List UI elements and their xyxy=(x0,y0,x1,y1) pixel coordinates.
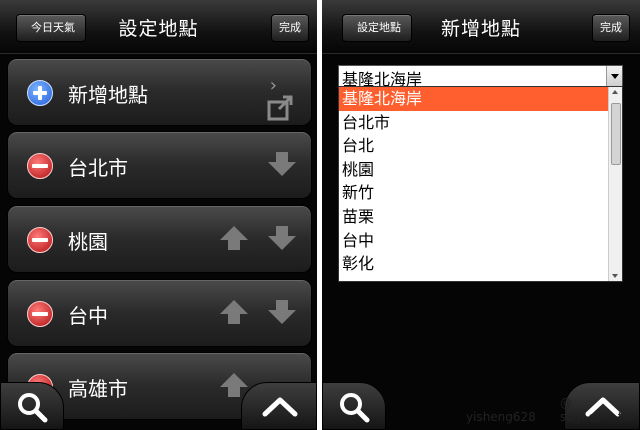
search-icon xyxy=(340,393,370,423)
location-row[interactable]: 台北市 xyxy=(7,131,312,199)
location-dropdown-list: 基隆北海岸 台北市 台北 桃園 新竹 苗栗 台中 彰化 xyxy=(338,86,623,282)
bottom-toolbar xyxy=(0,380,317,430)
watermark-user: yisheng628 xyxy=(466,410,536,424)
add-location-row[interactable]: 新增地點 › xyxy=(7,58,312,126)
done-button[interactable]: 完成 xyxy=(271,14,309,42)
dropdown-option[interactable]: 新竹 xyxy=(339,181,622,205)
location-row[interactable]: 台中 xyxy=(7,279,312,347)
dropdown-scrollbar[interactable] xyxy=(608,87,622,281)
minus-icon[interactable] xyxy=(27,153,53,179)
location-label: 桃園 xyxy=(68,230,108,254)
down-arrow-icon[interactable] xyxy=(268,226,296,250)
collapse-button[interactable] xyxy=(241,382,317,430)
page-title: 設定地點 xyxy=(118,18,199,40)
dropdown-option[interactable]: 台北 xyxy=(339,134,622,158)
navigation-bar: 設定地點 新增地點 完成 xyxy=(322,0,640,54)
down-arrow-icon[interactable] xyxy=(268,152,296,176)
down-arrow-icon[interactable] xyxy=(268,300,296,324)
add-location-label: 新增地點 xyxy=(68,83,148,107)
open-external-icon[interactable] xyxy=(267,95,295,121)
dropdown-option[interactable]: 基隆北海岸 xyxy=(339,87,622,111)
dropdown-option[interactable]: 苗栗 xyxy=(339,205,622,229)
plus-icon[interactable] xyxy=(27,80,53,106)
up-arrow-icon[interactable] xyxy=(220,300,248,324)
up-arrow-icon[interactable] xyxy=(220,226,248,250)
watermark-site: @ sogi.com.tw xyxy=(560,396,633,424)
dropdown-option[interactable]: 彰化 xyxy=(339,252,622,276)
done-button[interactable]: 完成 xyxy=(592,14,630,42)
minus-icon[interactable] xyxy=(27,301,53,327)
dropdown-option[interactable]: 台北市 xyxy=(339,111,622,135)
dropdown-option[interactable]: 台中 xyxy=(339,229,622,253)
scroll-down-icon[interactable] xyxy=(612,274,618,278)
location-settings-screen: 今日天氣 設定地點 完成 新增地點 › 台北市 桃園 台中 高雄市 xyxy=(0,0,317,430)
dropdown-arrow-icon[interactable] xyxy=(606,66,622,86)
location-label: 台中 xyxy=(68,304,108,328)
scroll-up-icon[interactable] xyxy=(612,90,618,94)
location-select[interactable]: 基隆北海岸 xyxy=(338,65,623,89)
minus-icon[interactable] xyxy=(27,227,53,253)
dropdown-option[interactable]: 桃園 xyxy=(339,158,622,182)
location-label: 台北市 xyxy=(68,156,128,180)
navigation-bar: 今日天氣 設定地點 完成 xyxy=(0,0,317,54)
location-row[interactable]: 桃園 xyxy=(7,205,312,273)
chevron-up-icon xyxy=(262,397,298,417)
add-location-screen: 設定地點 新增地點 完成 基隆北海岸 基隆北海岸 台北市 台北 桃園 新竹 苗栗… xyxy=(322,0,640,430)
scroll-thumb[interactable] xyxy=(611,103,621,165)
chevron-right-icon: › xyxy=(269,75,277,96)
search-icon xyxy=(18,393,48,423)
search-button[interactable] xyxy=(322,382,386,430)
search-button[interactable] xyxy=(0,382,64,430)
